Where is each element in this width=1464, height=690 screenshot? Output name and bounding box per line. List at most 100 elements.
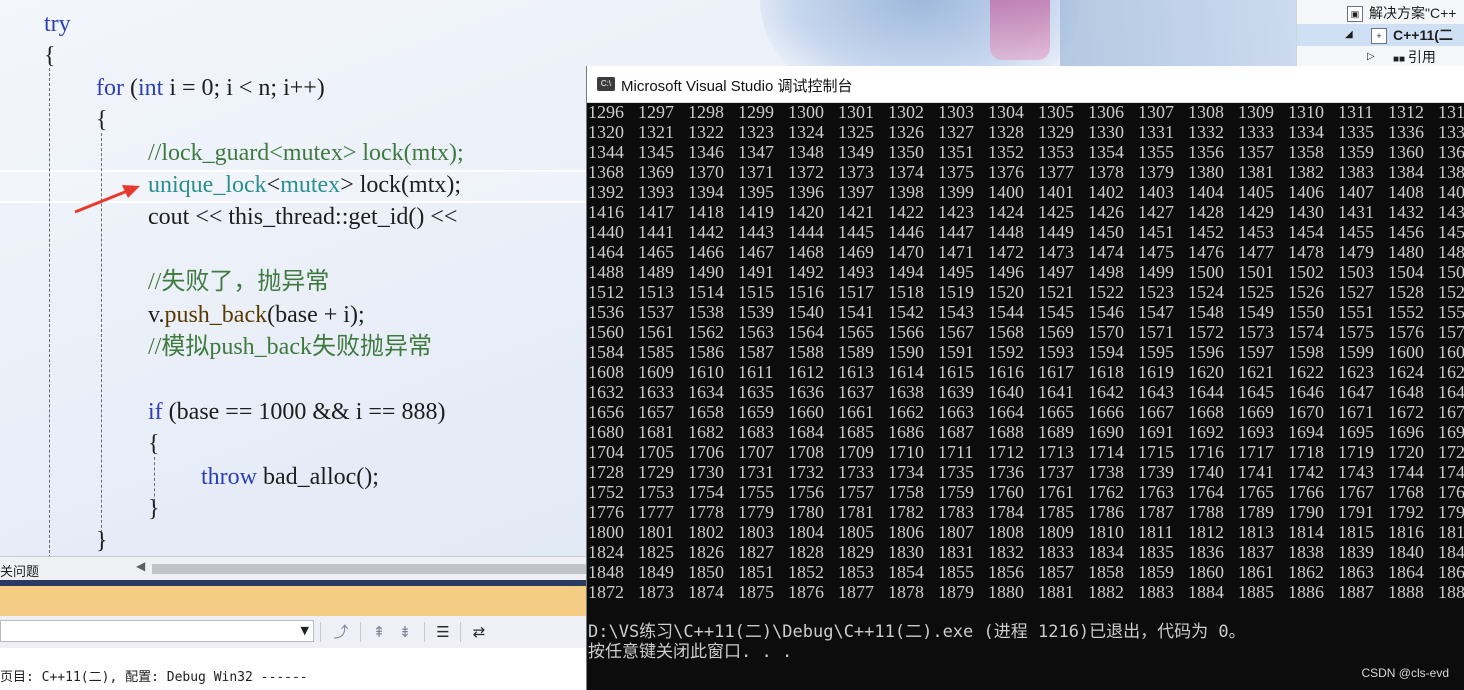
- console-number: 1841: [1438, 542, 1464, 562]
- console-number: 1642: [1088, 382, 1124, 402]
- console-number: 1418: [688, 202, 724, 222]
- code-line[interactable]: throw bad_alloc();: [201, 463, 379, 491]
- console-number: 1759: [938, 482, 974, 502]
- code-line[interactable]: for (int i = 0; i < n; i++): [96, 74, 325, 102]
- clear-all-icon[interactable]: ☰: [432, 622, 454, 642]
- console-number: 1324: [788, 122, 824, 142]
- console-title-bar[interactable]: C:\ Microsoft Visual Studio 调试控制台: [587, 66, 1464, 103]
- console-number: 1406: [1288, 182, 1324, 202]
- console-number: 1736: [988, 462, 1024, 482]
- code-line[interactable]: v.push_back(base + i);: [148, 301, 365, 329]
- console-number: 1704: [588, 442, 624, 462]
- console-title: Microsoft Visual Studio 调试控制台: [621, 78, 853, 95]
- code-line[interactable]: cout << this_thread::get_id() <<: [148, 203, 463, 231]
- console-number: 1307: [1138, 102, 1174, 122]
- console-number: 1620: [1188, 362, 1224, 382]
- console-number: 1717: [1238, 442, 1274, 462]
- console-number: 1649: [1438, 382, 1464, 402]
- console-number: 1621: [1238, 362, 1274, 382]
- console-number: 1297: [638, 102, 674, 122]
- console-number: 1684: [788, 422, 824, 442]
- code-line[interactable]: //lock_guard<mutex> lock(mtx);: [148, 139, 464, 167]
- console-number-row: 1632 1633 1634 1635 1636 1637 1638 1639 1640 1641…: [588, 382, 1464, 402]
- editor-horizontal-scrollbar[interactable]: 关问题 ◀: [0, 556, 600, 581]
- chevron-down-icon[interactable]: ▼: [301, 624, 309, 637]
- scroll-left-icon[interactable]: ◀: [136, 559, 145, 573]
- console-number: 1608: [588, 362, 624, 382]
- code-line[interactable]: }: [148, 495, 160, 523]
- console-number: 1586: [688, 342, 724, 362]
- code-line[interactable]: unique_lock<mutex> lock(mtx);: [148, 171, 461, 199]
- console-number: 1809: [1038, 522, 1074, 542]
- collapse-arrow-icon[interactable]: ▷: [1367, 46, 1375, 66]
- console-number: 1444: [788, 222, 824, 242]
- console-number: 1520: [988, 282, 1024, 302]
- code-line[interactable]: {: [96, 106, 108, 134]
- scroll-thumb[interactable]: [152, 564, 592, 574]
- console-number: 1304: [988, 102, 1024, 122]
- solution-node[interactable]: ▣ 解决方案"C++: [1347, 2, 1456, 24]
- next-message-icon[interactable]: ⇟: [394, 622, 416, 642]
- goto-source-icon[interactable]: ⤴: [330, 622, 352, 642]
- console-number: 1336: [1388, 122, 1424, 142]
- output-source-select[interactable]: ▼: [0, 620, 314, 642]
- project-node[interactable]: ◢ + C++11(二: [1297, 24, 1464, 46]
- console-number: 1692: [1188, 422, 1224, 442]
- console-number: 1800: [588, 522, 624, 542]
- console-number: 1566: [888, 322, 924, 342]
- console-number: 1416: [588, 202, 624, 222]
- console-number: 1495: [938, 262, 974, 282]
- console-number: 1356: [1188, 142, 1224, 162]
- code-line[interactable]: {: [148, 430, 160, 458]
- code-token: mutex: [280, 172, 341, 198]
- console-number: 1589: [838, 342, 874, 362]
- console-number: 1403: [1138, 182, 1174, 202]
- output-text-area[interactable]: 页目: C++11(二), 配置: Debug Win32 ------: [0, 648, 600, 690]
- console-number: 1360: [1388, 142, 1424, 162]
- code-token: }: [148, 496, 160, 522]
- console-number: 1876: [788, 582, 824, 602]
- code-line[interactable]: if (base == 1000 && i == 888): [148, 398, 445, 426]
- console-number: 1853: [838, 562, 874, 582]
- console-number: 1711: [938, 442, 974, 462]
- console-number: 1542: [888, 302, 924, 322]
- code-line[interactable]: //失败了，抛异常: [148, 268, 329, 296]
- console-number: 1619: [1138, 362, 1174, 382]
- console-number: 1546: [1088, 302, 1124, 322]
- code-line[interactable]: }: [96, 527, 108, 555]
- console-number: 1671: [1338, 402, 1374, 422]
- console-number: 1623: [1338, 362, 1374, 382]
- debug-console-window[interactable]: C:\ Microsoft Visual Studio 调试控制台 1296 12…: [586, 66, 1464, 690]
- console-number: 1423: [938, 202, 974, 222]
- code-line[interactable]: try: [44, 10, 71, 38]
- console-number: 1708: [788, 442, 824, 462]
- console-number-row: 1848 1849 1850 1851 1852 1853 1854 1855 1856 1857…: [588, 562, 1464, 582]
- console-number: 1807: [938, 522, 974, 542]
- console-number: 1765: [1238, 482, 1274, 502]
- console-number: 1595: [1138, 342, 1174, 362]
- console-number: 1577: [1438, 322, 1464, 342]
- code-line[interactable]: //模拟push_back失败抛异常: [148, 333, 432, 361]
- console-number: 1490: [688, 262, 724, 282]
- console-number: 1742: [1288, 462, 1324, 482]
- code-line[interactable]: {: [44, 42, 56, 70]
- console-number: 1456: [1388, 222, 1424, 242]
- console-number-row: 1800 1801 1802 1803 1804 1805 1806 1807 1808 1809…: [588, 522, 1464, 542]
- console-number: 1592: [988, 342, 1024, 362]
- console-number: 1504: [1388, 262, 1424, 282]
- red-arrow-annotation: [74, 185, 140, 214]
- background-art-accent: [990, 0, 1050, 60]
- console-number: 1633: [638, 382, 674, 402]
- word-wrap-icon[interactable]: ⇄: [468, 622, 490, 642]
- expand-arrow-icon[interactable]: ◢: [1345, 24, 1353, 46]
- console-number: 1474: [1088, 242, 1124, 262]
- console-number: 1667: [1138, 402, 1174, 422]
- console-number-row: 1680 1681 1682 1683 1684 1685 1686 1687 1688 1689…: [588, 422, 1464, 442]
- issues-indicator[interactable]: 关问题: [0, 561, 39, 580]
- console-number: 1478: [1288, 242, 1324, 262]
- console-number: 1670: [1288, 402, 1324, 422]
- console-number: 1424: [988, 202, 1024, 222]
- console-number: 1814: [1288, 522, 1324, 542]
- previous-message-icon[interactable]: ⇞: [368, 622, 390, 642]
- console-number: 1376: [988, 162, 1024, 182]
